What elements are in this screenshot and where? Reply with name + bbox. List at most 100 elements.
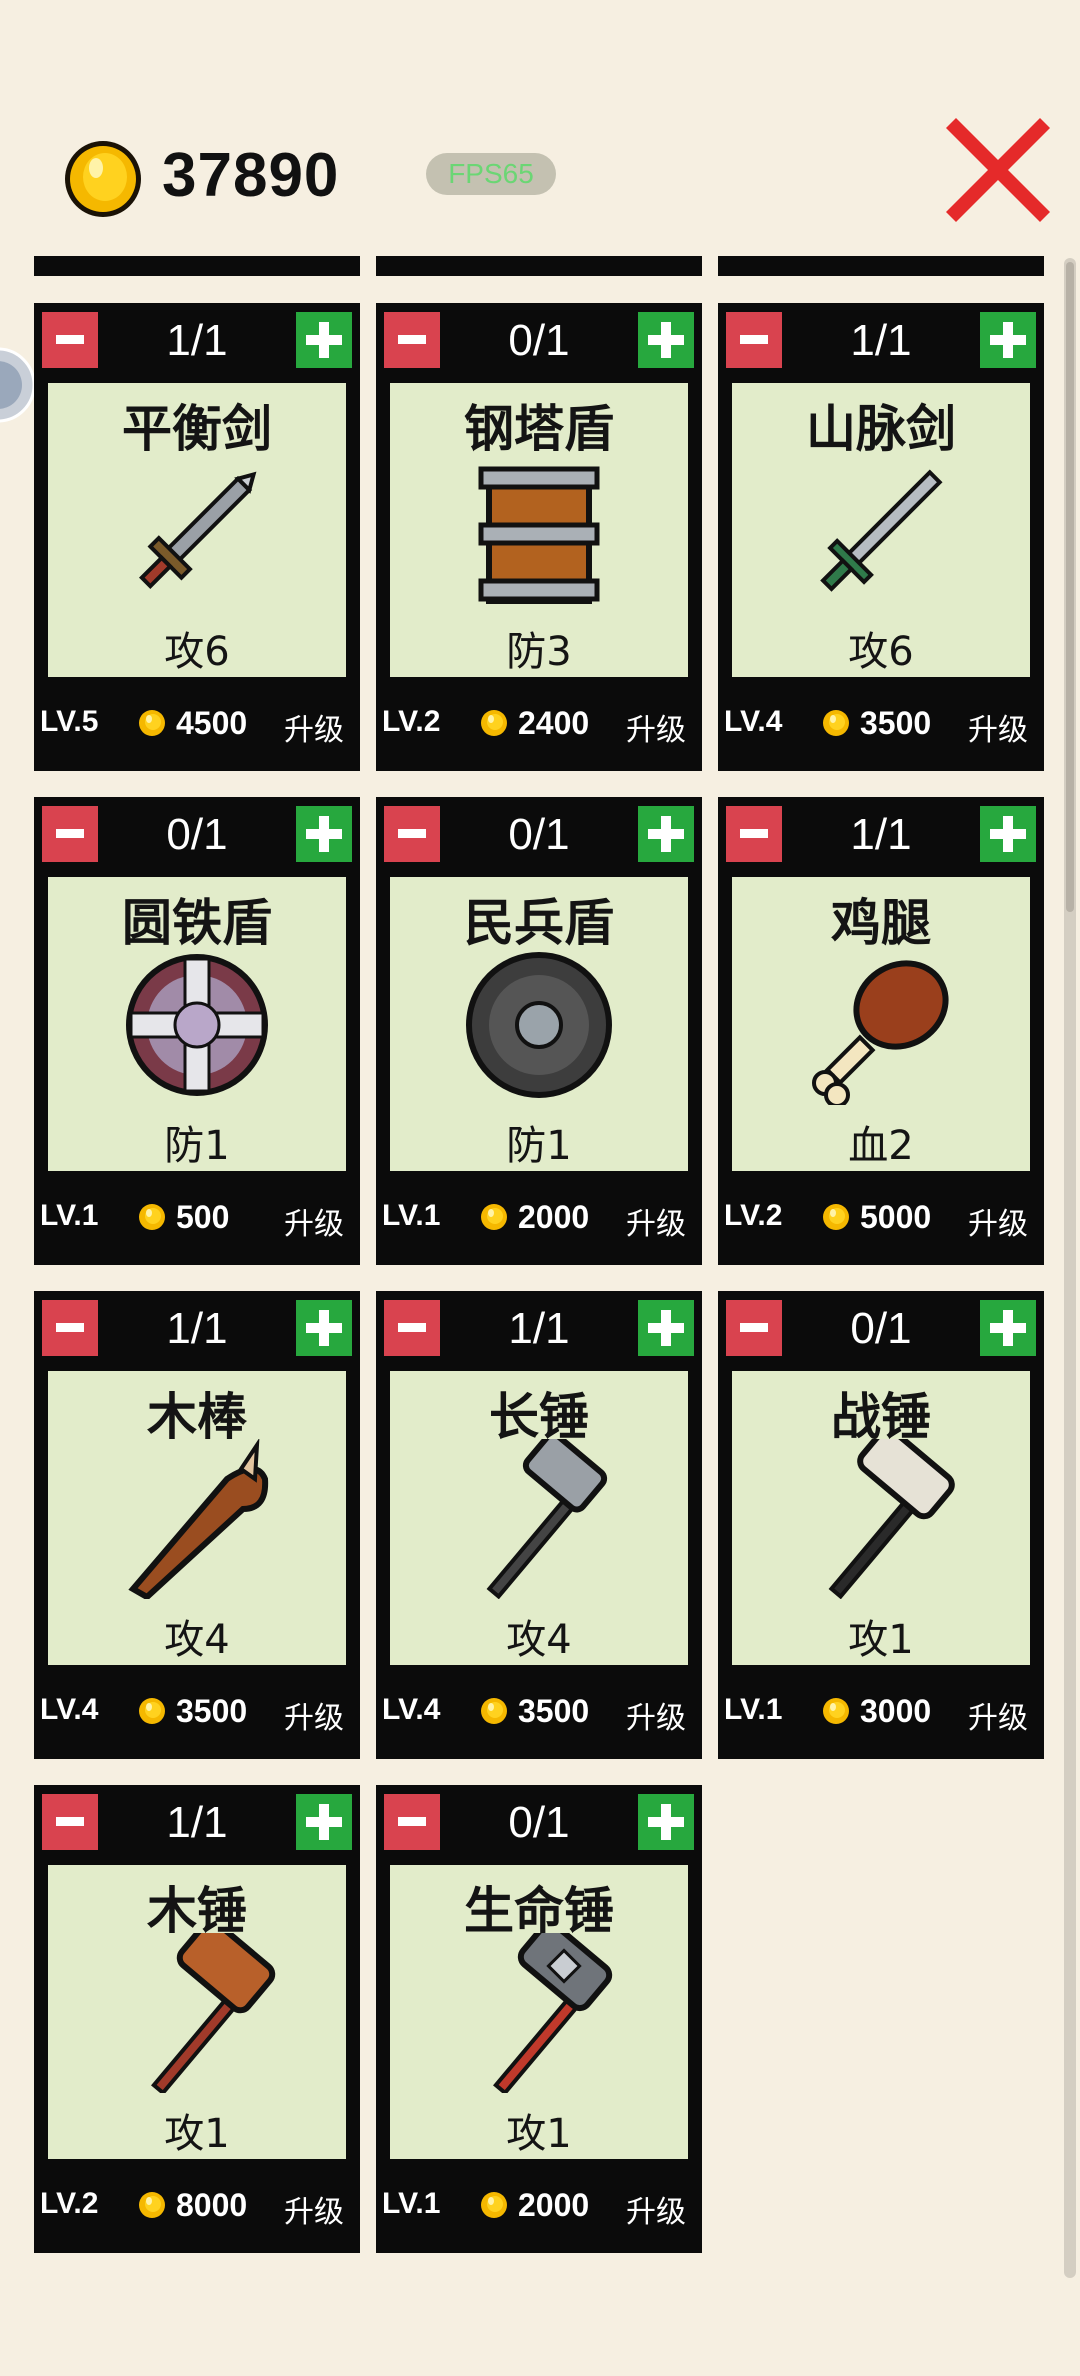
upgrade-price: 5000 [860,1199,932,1235]
item-stat: 血2 [848,1123,914,1169]
item-panel[interactable]: 民兵盾 防1 [390,877,688,1171]
item-panel[interactable]: 钢塔盾 防3 [390,383,688,677]
item-card-war-hammer: 0/1 战锤 攻1 LV.1 3000 升级 [718,1291,1044,1759]
tower-shield-icon [459,451,619,611]
item-panel[interactable]: 平衡剑 攻6 [48,383,346,677]
increase-button[interactable] [296,1794,352,1850]
card-header: 1/1 [718,303,1044,377]
gold-coin-icon [65,141,141,217]
item-stat: 防1 [506,1123,572,1169]
upgrade-button[interactable]: 升级 [626,2187,686,2231]
increase-button[interactable] [296,1300,352,1356]
increase-button[interactable] [638,1300,694,1356]
card-header: 1/1 [34,303,360,377]
equip-count: 0/1 [508,1798,570,1847]
gold-coin-icon [823,710,849,736]
item-card-mountain-sword: 1/1 山脉剑 攻6 LV.4 3500 升级 [718,303,1044,771]
decrease-button[interactable] [726,806,782,862]
item-panel[interactable]: 木锤 攻1 [48,1865,346,2159]
decrease-button[interactable] [42,806,98,862]
upgrade-button[interactable]: 升级 [968,1199,1028,1243]
card-footer: LV.4 3500 升级 [34,1665,360,1759]
item-card-wooden-mallet: 1/1 木锤 攻1 LV.2 8000 升级 [34,1785,360,2253]
upgrade-button[interactable]: 升级 [626,1199,686,1243]
increase-button[interactable] [638,312,694,368]
decrease-button[interactable] [42,312,98,368]
item-stat: 攻6 [848,629,914,675]
item-panel[interactable]: 战锤 攻1 [732,1371,1030,1665]
item-level: LV.1 [382,1199,441,1232]
item-stat: 防1 [164,1123,230,1169]
card-footer: LV.1 2000 升级 [376,2159,702,2253]
gold-coin-icon [139,1204,165,1230]
upgrade-button[interactable]: 升级 [284,1693,344,1737]
card-footer: LV.1 2000 升级 [376,1171,702,1265]
item-level: LV.2 [382,705,441,738]
decrease-button[interactable] [384,312,440,368]
increase-button[interactable] [980,312,1036,368]
item-card-life-hammer: 0/1 生命锤 攻1 LV.1 2000 升级 [376,1785,702,2253]
increase-button[interactable] [638,1794,694,1850]
decrease-button[interactable] [726,312,782,368]
gold-coin-icon [823,1204,849,1230]
decrease-button[interactable] [42,1794,98,1850]
upgrade-button[interactable]: 升级 [626,705,686,749]
decrease-button[interactable] [384,806,440,862]
decrease-button[interactable] [726,1300,782,1356]
item-stat: 攻1 [848,1617,914,1663]
chicken-leg-icon [801,945,961,1108]
item-panel[interactable]: 山脉剑 攻6 [732,383,1030,677]
life-hammer-icon [459,1920,619,2096]
item-panel[interactable]: 圆铁盾 防1 [48,877,346,1171]
item-panel[interactable]: 长锤 攻4 [390,1371,688,1665]
upgrade-button[interactable]: 升级 [284,1199,344,1243]
card-header: 1/1 [718,797,1044,871]
item-level: LV.4 [40,1693,99,1726]
item-panel[interactable]: 木棒 攻4 [48,1371,346,1665]
gold-coin-icon [481,2192,507,2218]
item-level: LV.2 [40,2187,99,2220]
upgrade-button[interactable]: 升级 [968,1693,1028,1737]
upgrade-button[interactable]: 升级 [968,705,1028,749]
decrease-button[interactable] [384,1300,440,1356]
card-header: 1/1 [376,1291,702,1365]
partial-card [376,256,702,276]
side-tab-badge[interactable] [0,345,34,425]
increase-button[interactable] [980,1300,1036,1356]
long-hammer-icon [459,1431,619,1600]
gold-amount: 37890 [162,141,340,210]
equip-count: 1/1 [166,1304,228,1353]
upgrade-price: 8000 [176,2187,248,2223]
card-header: 0/1 [376,1785,702,1859]
increase-button[interactable] [638,806,694,862]
upgrade-price: 3000 [860,1693,932,1729]
item-level: LV.2 [724,1199,783,1232]
item-stat: 攻1 [164,2111,230,2157]
equip-count: 0/1 [166,810,228,859]
upgrade-button[interactable]: 升级 [284,705,344,749]
increase-button[interactable] [980,806,1036,862]
close-x-icon[interactable] [938,110,1058,230]
card-footer: LV.1 3000 升级 [718,1665,1044,1759]
item-panel[interactable]: 鸡腿 血2 [732,877,1030,1171]
gold-coin-icon [139,710,165,736]
card-header: 0/1 [718,1291,1044,1365]
card-footer: LV.2 8000 升级 [34,2159,360,2253]
increase-button[interactable] [296,312,352,368]
upgrade-button[interactable]: 升级 [284,2187,344,2231]
item-card-balance-sword: 1/1 平衡剑 攻6 LV.5 4500 升级 [34,303,360,771]
gold-coin-icon [481,1698,507,1724]
card-footer: LV.4 3500 升级 [718,677,1044,771]
increase-button[interactable] [296,806,352,862]
upgrade-button[interactable]: 升级 [626,1693,686,1737]
scrollbar-thumb[interactable] [1066,262,1074,912]
item-panel[interactable]: 生命锤 攻1 [390,1865,688,2159]
equip-count: 0/1 [508,810,570,859]
item-level: LV.1 [724,1693,783,1726]
decrease-button[interactable] [42,1300,98,1356]
item-level: LV.4 [382,1693,441,1726]
decrease-button[interactable] [384,1794,440,1850]
upgrade-price: 500 [176,1199,230,1235]
upgrade-price: 2400 [518,705,590,741]
round-iron-shield-icon [117,945,277,1105]
